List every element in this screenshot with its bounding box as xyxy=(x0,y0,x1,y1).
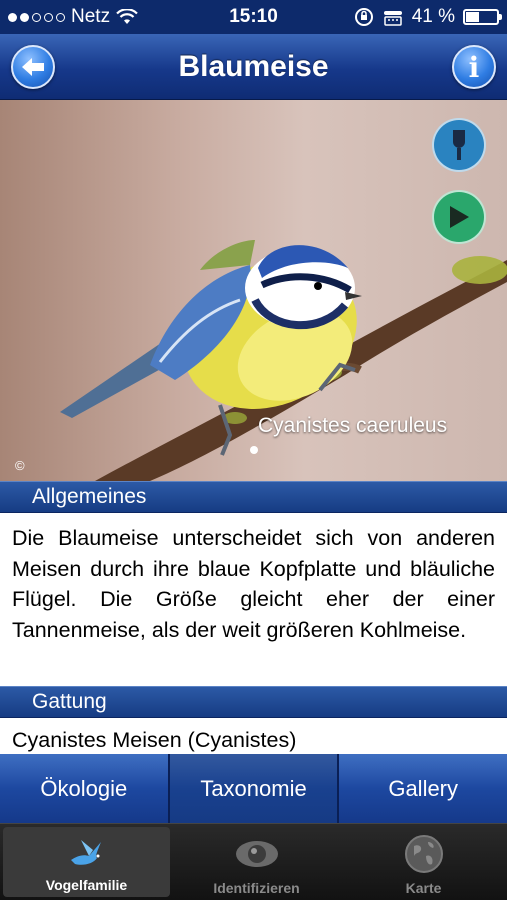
segment-gallery[interactable]: Gallery xyxy=(339,754,507,823)
play-button[interactable] xyxy=(432,190,486,244)
section-header-general: Allgemeines xyxy=(0,481,507,513)
tab-label: Identifizieren xyxy=(213,880,300,896)
section-header-genus: Gattung xyxy=(0,686,507,718)
status-bar: Netz 15:10 41 % xyxy=(0,0,507,34)
battery-icon xyxy=(463,9,502,25)
tab-bar: Vogelfamilie Identifizieren Karte xyxy=(0,823,507,900)
tab-label: Vogelfamilie xyxy=(45,877,128,893)
wifi-icon xyxy=(116,9,138,24)
back-button[interactable] xyxy=(11,45,55,89)
status-left: Netz xyxy=(8,6,188,28)
copyright-label: © xyxy=(15,458,25,473)
tab-label: Karte xyxy=(405,880,442,896)
nav-bar: Blaumeise i xyxy=(0,34,507,100)
segment-taxonomie[interactable]: Taxonomie xyxy=(169,754,340,823)
status-time: 15:10 xyxy=(229,6,278,27)
audio-icon xyxy=(453,130,465,160)
genus-description: Cyanistes Meisen (Cyanistes) xyxy=(0,718,507,754)
species-caption: Cyanistes caeruleus xyxy=(258,414,448,437)
status-right: 41 % xyxy=(319,6,502,28)
play-icon xyxy=(450,206,469,228)
eye-icon xyxy=(234,832,280,876)
back-arrow-icon xyxy=(22,58,44,76)
tab-vogelfamilie[interactable]: Vogelfamilie xyxy=(3,827,170,897)
tab-identifizieren[interactable]: Identifizieren xyxy=(173,824,340,900)
globe-icon xyxy=(404,832,444,876)
segment-oekologie[interactable]: Ökologie xyxy=(0,754,170,823)
info-icon: i xyxy=(468,50,480,84)
tab-karte[interactable]: Karte xyxy=(340,824,507,900)
detail-segments: Ökologie Taxonomie Gallery xyxy=(0,754,507,823)
page-indicator-dot xyxy=(250,446,258,454)
orientation-lock-icon xyxy=(354,8,373,26)
bird-photo[interactable]: Cyanistes caeruleus © xyxy=(0,100,507,481)
bird-icon xyxy=(67,829,107,873)
carrier-label: Netz xyxy=(71,6,111,27)
audio-button[interactable] xyxy=(432,118,486,172)
signal-dots-icon xyxy=(8,12,65,22)
tty-icon xyxy=(383,11,402,26)
page-title: Blaumeise xyxy=(178,49,329,83)
general-description: Die Blaumeise unterscheidet sich von and… xyxy=(0,513,507,686)
battery-percent: 41 % xyxy=(411,6,455,27)
info-button[interactable]: i xyxy=(452,45,496,89)
